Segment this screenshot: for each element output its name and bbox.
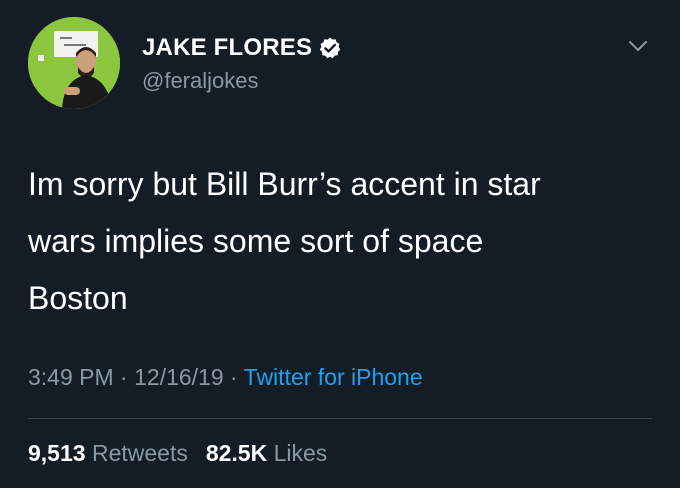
likes-count: 82.5K bbox=[205, 440, 268, 466]
avatar-photo bbox=[28, 17, 120, 109]
tweet-card: JAKE FLORES @feraljokes Im sorry but Bil… bbox=[0, 0, 680, 488]
tweet-text-line: Boston bbox=[28, 280, 128, 316]
likes-label: Likes bbox=[273, 440, 328, 466]
retweets-label: Retweets bbox=[91, 440, 188, 466]
divider bbox=[28, 418, 652, 419]
tweet-date[interactable]: 12/16/19 bbox=[134, 364, 224, 390]
retweets-count: 9,513 bbox=[28, 440, 86, 466]
meta-separator: · bbox=[113, 364, 135, 390]
tweet-text: Im sorry but Bill Burr’s accent in star … bbox=[28, 156, 648, 327]
retweets-stat[interactable]: 9,513 Retweets bbox=[28, 440, 188, 466]
meta-separator: · bbox=[223, 364, 244, 390]
tweet-meta: 3:49 PM · 12/16/19 · Twitter for iPhone bbox=[28, 364, 423, 391]
tweet-source-link[interactable]: Twitter for iPhone bbox=[244, 364, 423, 390]
tweet-text-line: Im sorry but Bill Burr’s accent in star bbox=[28, 166, 541, 202]
likes-stat[interactable]: 82.5K Likes bbox=[206, 440, 327, 466]
tweet-text-line: wars implies some sort of space bbox=[28, 223, 484, 259]
tweet-stats: 9,513 Retweets 82.5K Likes bbox=[28, 440, 327, 467]
display-name[interactable]: JAKE FLORES bbox=[142, 34, 312, 62]
chevron-down-icon[interactable] bbox=[626, 34, 650, 58]
verified-badge-icon bbox=[320, 37, 341, 59]
avatar[interactable] bbox=[28, 17, 120, 109]
user-handle[interactable]: @feraljokes bbox=[142, 68, 259, 94]
tweet-time[interactable]: 3:49 PM bbox=[28, 364, 114, 390]
name-row: JAKE FLORES bbox=[142, 34, 342, 62]
